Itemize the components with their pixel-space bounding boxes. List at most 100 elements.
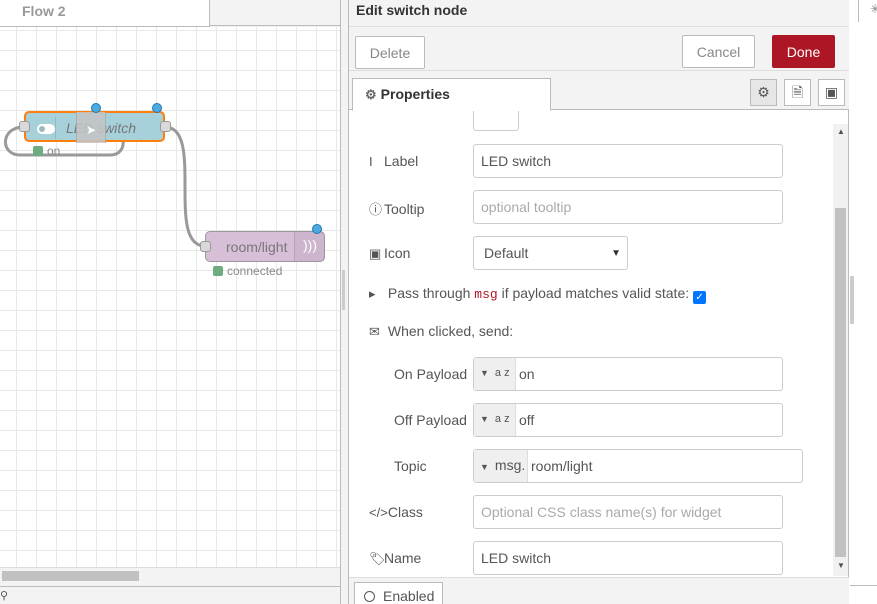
properties-form: ILabel ⓘTooltip ▣Icon Default ▼ ▸ Pass t… <box>349 111 849 577</box>
group-field-stub[interactable] <box>473 111 519 131</box>
name-row: 🏷Name <box>349 541 829 575</box>
group-row-stub <box>349 111 829 145</box>
topic-value: room/light <box>531 458 593 474</box>
sidebar-scrollbar[interactable] <box>850 276 854 324</box>
icon-select-value: Default <box>484 245 529 261</box>
sidebar-edge <box>850 0 877 604</box>
tray-footer: Enabled <box>349 577 849 604</box>
done-button[interactable]: Done <box>772 35 835 68</box>
cancel-button[interactable]: Cancel <box>682 35 755 68</box>
topic-input[interactable]: ▼ msg. room/light <box>473 449 803 483</box>
icon-select[interactable]: Default ▼ <box>473 236 628 270</box>
tray-tabs: ⚙ Properties ⚙ 🗎 ▣ <box>349 71 849 111</box>
when-clicked-label: When clicked, send: <box>387 323 514 339</box>
scrollbar-thumb[interactable] <box>2 571 139 581</box>
mqtt-out-node[interactable]: room/light ))) <box>205 231 325 262</box>
info-circle-icon: ⓘ <box>369 202 383 217</box>
on-payload-type-select[interactable]: ▼ a z <box>474 358 516 390</box>
scroll-up-icon[interactable]: ▲ <box>837 127 845 136</box>
switch-input-port[interactable] <box>19 121 30 132</box>
edit-tray: Edit switch node Delete Cancel Done ⚙ Pro… <box>348 0 849 604</box>
tray-toolbar: Delete Cancel Done <box>349 27 849 71</box>
mqtt-input-port[interactable] <box>200 241 211 252</box>
broadcast-icon: ))) <box>294 232 324 261</box>
caret-right-icon: ▸ <box>369 286 376 301</box>
passthru-row: ▸ Pass through msg if payload matches va… <box>369 285 707 304</box>
status-dot-icon <box>213 266 223 276</box>
object-ungroup-icon: ▣ <box>824 84 839 100</box>
mqtt-node-status-text: connected <box>227 264 283 278</box>
search-icon[interactable]: ⚲ <box>0 589 8 602</box>
sidebar-divider <box>858 0 859 22</box>
switch-node[interactable]: LED switch ➤ <box>24 111 165 143</box>
sidebar-tab-icon[interactable]: ✳ <box>870 2 877 16</box>
passthru-checkbox[interactable]: ✓ <box>693 291 707 304</box>
name-field-label: 🏷Name <box>369 550 422 566</box>
tab-flow-2[interactable]: Flow 2 <box>0 0 210 27</box>
off-payload-input[interactable]: ▼ a z off <box>473 403 783 437</box>
enabled-toggle-button[interactable]: Enabled <box>354 582 443 604</box>
tray-title: Edit switch node <box>349 0 849 27</box>
node-settings-button[interactable]: ⚙ <box>750 79 777 106</box>
on-payload-input[interactable]: ▼ a z on <box>473 357 783 391</box>
arrow-right-icon: ➤ <box>86 123 97 137</box>
off-payload-type-select[interactable]: ▼ a z <box>474 404 516 436</box>
flow-workspace: Flow 2 LED switch ➤ on room/light ))) co… <box>0 0 340 604</box>
tag-icon: 🏷 <box>369 551 386 566</box>
topic-type-label: msg. <box>494 457 526 473</box>
topic-type-select[interactable]: ▼ msg. <box>474 450 528 482</box>
name-input[interactable] <box>473 541 783 575</box>
topic-row: Topic ▼ msg. room/light <box>349 449 829 483</box>
scroll-down-icon[interactable]: ▼ <box>837 561 845 570</box>
wires <box>4 125 206 248</box>
changed-indicator <box>91 103 101 113</box>
tooltip-row: ⓘ Tooltip <box>349 190 829 224</box>
msg-keyword: msg <box>474 287 498 302</box>
node-description-button[interactable]: 🗎 <box>784 79 811 106</box>
switch-output-port[interactable] <box>160 121 171 132</box>
flow-canvas[interactable] <box>0 27 340 567</box>
i-cursor-icon: I <box>369 154 373 169</box>
string-type-icon: a z <box>494 413 510 425</box>
class-input[interactable] <box>473 495 783 529</box>
when-clicked-row: ✉ When clicked, send: <box>369 323 513 340</box>
string-type-icon: a z <box>494 367 510 379</box>
changed-indicator <box>312 224 322 234</box>
mqtt-node-status: connected <box>213 264 282 278</box>
caret-down-icon: ▼ <box>480 462 489 472</box>
mqtt-node-label: room/light <box>226 239 288 255</box>
switch-node-icon-box <box>30 117 56 139</box>
off-payload-label: Off Payload <box>394 412 467 428</box>
node-appearance-button[interactable]: ▣ <box>818 79 845 106</box>
workspace-tabbar: Flow 2 <box>0 0 340 27</box>
delete-button[interactable]: Delete <box>355 36 425 69</box>
changed-indicator <box>152 103 162 113</box>
class-row: </> Class <box>349 495 829 529</box>
envelope-icon: ✉ <box>369 324 380 339</box>
tab-properties[interactable]: ⚙ Properties <box>352 78 551 111</box>
caret-down-icon: ▼ <box>480 414 489 424</box>
caret-down-icon: ▼ <box>480 368 489 378</box>
tray-vertical-scrollbar[interactable]: ▲ ▼ <box>833 124 848 576</box>
gear-icon: ⚙ <box>757 84 770 100</box>
on-payload-label: On Payload <box>394 366 468 382</box>
wire-switch-to-mqtt <box>164 125 206 248</box>
on-payload-value: on <box>519 366 535 382</box>
scrollbar-thumb[interactable] <box>835 208 846 557</box>
workspace-footer: ⚲ <box>0 586 340 604</box>
tooltip-input[interactable] <box>473 190 783 224</box>
code-icon: </> <box>369 505 388 520</box>
tooltip-field-label: ⓘ Tooltip <box>369 201 425 217</box>
gear-icon: ⚙ <box>365 87 377 102</box>
sidebar-bottom-border <box>850 585 877 586</box>
file-text-icon: 🗎 <box>791 84 804 100</box>
toggle-icon <box>37 124 55 134</box>
status-dot-icon <box>33 146 43 156</box>
circle-icon <box>364 591 375 602</box>
workspace-horizontal-scrollbar[interactable] <box>0 567 340 585</box>
passthru-prefix: Pass through <box>387 285 471 301</box>
switch-node-status-text: on <box>47 144 61 158</box>
splitter-grip[interactable] <box>342 270 345 310</box>
off-payload-row: Off Payload ▼ a z off <box>349 403 829 437</box>
label-input[interactable] <box>473 144 783 178</box>
